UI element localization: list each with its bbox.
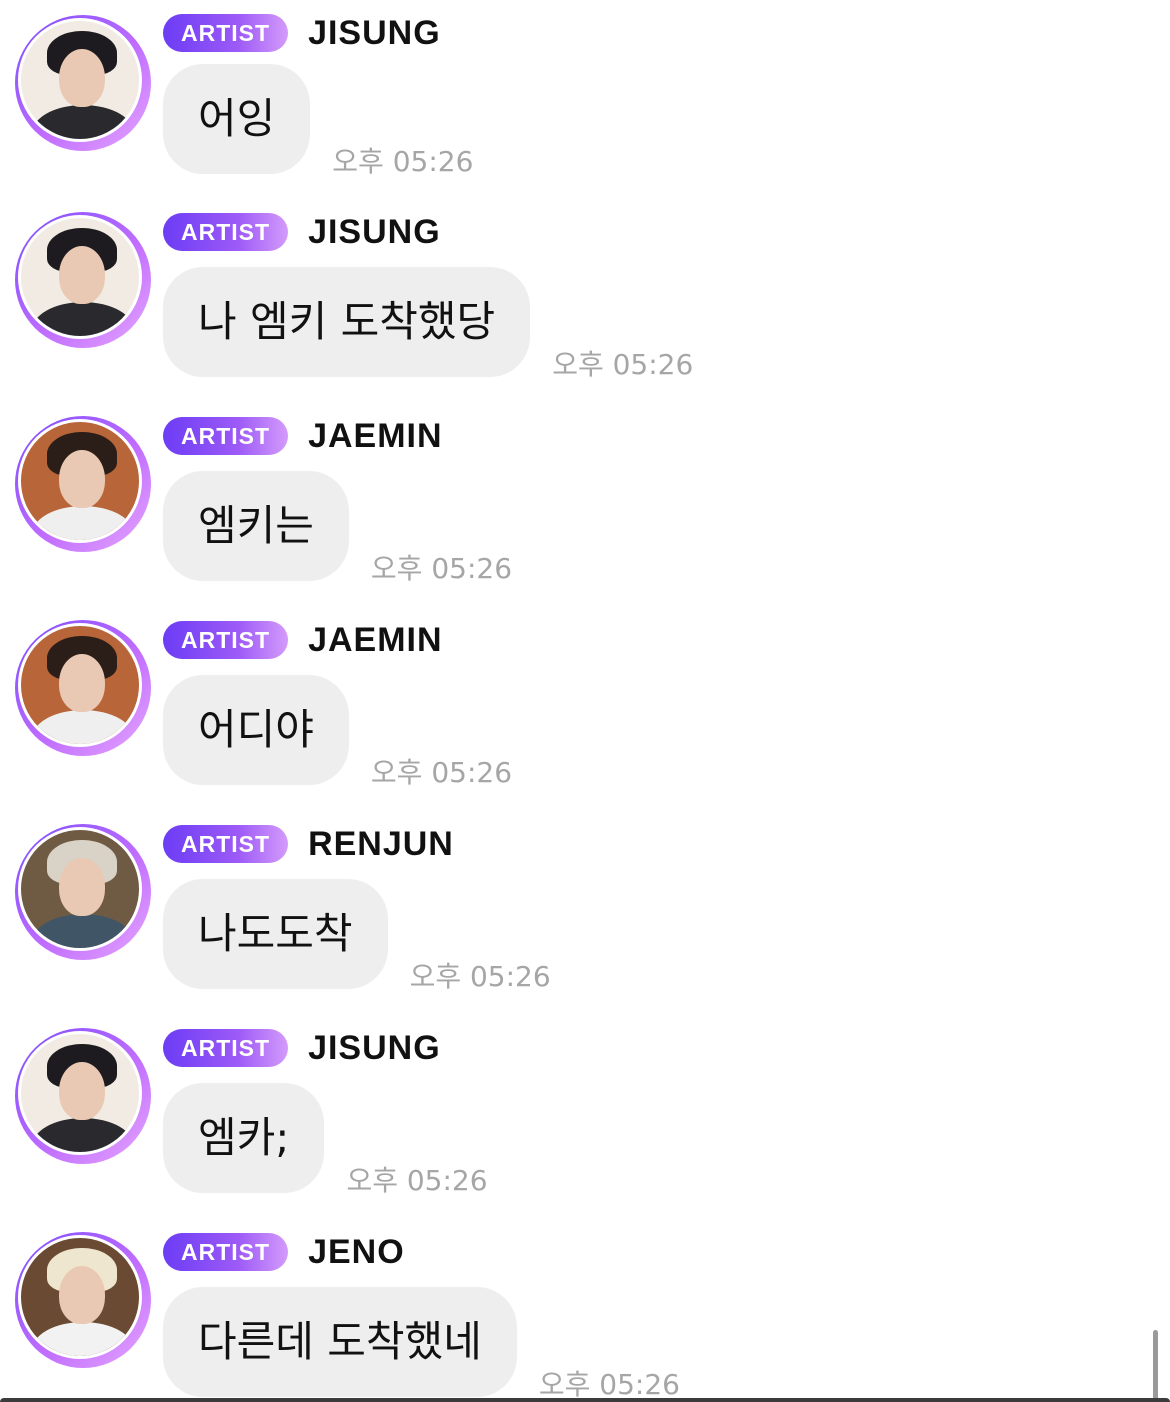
artist-badge: ARTIST [163,1029,289,1067]
message-timestamp: 오후 05:26 [409,960,551,993]
chat-message: ARTIST RENJUN 나도도착 오후 05:26 [0,824,1170,1028]
avatar-jisung[interactable] [15,212,151,348]
message-timestamp: 오후 05:26 [370,756,513,789]
artist-badge: ARTIST [163,621,289,659]
artist-badge: ARTIST [163,213,289,251]
message-bubble[interactable]: 어잉 [163,64,311,174]
message-timestamp: 오후 05:26 [370,552,513,585]
message-bubble[interactable]: 나 엠키 도착했당 [163,267,531,377]
message-bubble[interactable]: 나도도착 [163,879,388,989]
chat-message: ARTIST JISUNG 어잉 오후 05:26 [0,0,1170,178]
message-bubble[interactable]: 엠키는 [163,471,349,581]
chat-message: ARTIST JISUNG 엠카; 오후 05:26 [0,1028,1170,1232]
message-timestamp: 오후 05:26 [552,348,694,381]
artist-badge: ARTIST [163,825,289,863]
message-timestamp: 오후 05:26 [346,1164,488,1197]
message-timestamp: 오후 05:26 [332,145,474,178]
message-bubble[interactable]: 엠카; [163,1083,325,1193]
message-bubble[interactable]: 어디야 [163,675,349,785]
sender-name: JAEMIN [308,620,443,659]
chat-message: ARTIST JENO 다른데 도착했네 오후 05:26 [0,1232,1170,1402]
sender-name: JISUNG [308,13,441,52]
avatar-renjun[interactable] [15,824,151,960]
message-timestamp: 오후 05:26 [538,1368,680,1401]
sender-name: JENO [308,1232,405,1271]
avatar-jaemin[interactable] [15,416,151,552]
avatar-jeno[interactable] [15,1232,151,1368]
chat-message: ARTIST JISUNG 나 엠키 도착했당 오후 05:26 [0,212,1170,416]
avatar-jisung[interactable] [15,15,151,151]
sender-name: JAEMIN [308,416,443,455]
artist-badge: ARTIST [163,1233,289,1271]
avatar-jaemin[interactable] [15,620,151,756]
chat-message: ARTIST JAEMIN 엠키는 오후 05:26 [0,416,1170,620]
sender-name: RENJUN [308,824,454,863]
avatar-jisung[interactable] [15,1028,151,1164]
artist-badge: ARTIST [163,14,289,52]
sender-name: JISUNG [308,1028,441,1067]
sender-name: JISUNG [308,212,441,251]
scrollbar-thumb[interactable] [1153,1330,1158,1402]
message-bubble[interactable]: 다른데 도착했네 [163,1287,517,1397]
artist-badge: ARTIST [163,417,289,455]
chat-message: ARTIST JAEMIN 어디야 오후 05:26 [0,620,1170,824]
chat-message-list[interactable]: ARTIST JISUNG 어잉 오후 05:26 ARTIST JISUNG … [0,0,1170,1402]
input-bar-edge [0,1398,1170,1402]
